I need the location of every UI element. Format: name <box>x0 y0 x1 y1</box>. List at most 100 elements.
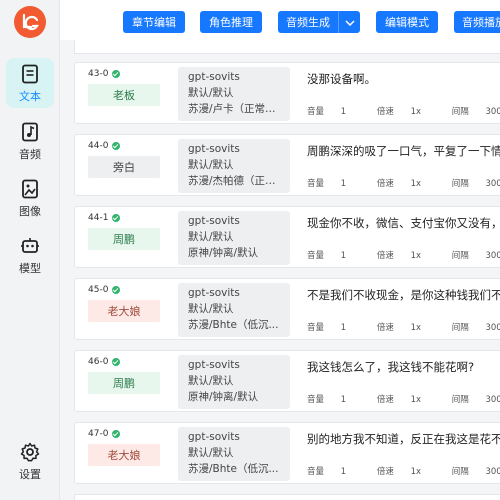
volume-value: 1 <box>340 395 347 405</box>
volume-label: 音量 <box>307 251 325 261</box>
segment-index-text: 45-0 <box>88 285 109 295</box>
segment-text[interactable]: 周鹏深深的吸了一口气，平复了一下情绪 <box>307 143 500 159</box>
list-item[interactable]: 45-0 老大娘 gpt-sovits 默认/默认 苏漫/Bhte（低沉... … <box>74 278 500 340</box>
interval-field[interactable]: 间隔 300ms <box>452 107 500 117</box>
audio-play-button[interactable]: 音频播放 <box>454 11 500 33</box>
speed-value: 1x <box>410 179 422 189</box>
voice-name: 苏漫/Bhte（低沉... <box>188 463 279 475</box>
check-circle-icon <box>112 142 121 150</box>
sidebar-item-audio[interactable]: 音频 <box>6 116 54 166</box>
speed-field[interactable]: 倍速 1x <box>377 323 435 333</box>
voice-style: 默认/默认 <box>188 159 234 171</box>
volume-field[interactable]: 音量 1 <box>307 323 360 333</box>
volume-field[interactable]: 音量 1 <box>307 395 360 405</box>
speed-label: 倍速 <box>376 179 394 189</box>
voice-engine: gpt-sovits <box>188 143 240 155</box>
volume-field[interactable]: 音量 1 <box>307 107 360 117</box>
role-tag[interactable]: 旁白 <box>88 156 160 178</box>
edit-mode-button[interactable]: 编辑模式 <box>376 11 438 33</box>
segment-text[interactable]: 别的地方我不知道，反正在我这是花不了 <box>307 431 500 447</box>
segment-text[interactable]: 没那设备啊。 <box>307 71 500 87</box>
volume-field[interactable]: 音量 1 <box>307 467 360 477</box>
voice-name: 原神/钟离/默认 <box>188 391 259 403</box>
volume-label: 音量 <box>307 107 325 117</box>
sidebar-item-image[interactable]: 图像 <box>6 173 54 223</box>
volume-field[interactable]: 音量 1 <box>307 251 360 261</box>
speed-field[interactable]: 倍速 1x <box>377 107 435 117</box>
interval-field[interactable]: 间隔 300ms <box>452 251 500 261</box>
interval-label: 间隔 <box>451 179 469 189</box>
sidebar-item-label: 音频 <box>19 147 41 161</box>
speed-field[interactable]: 倍速 1x <box>377 251 435 261</box>
app-logo[interactable] <box>14 6 46 38</box>
voice-config[interactable]: gpt-sovits 默认/默认 苏漫/杰帕德（正常... <box>178 139 290 193</box>
voice-style: 默认/默认 <box>188 447 234 459</box>
speed-label: 倍速 <box>376 467 394 477</box>
sidebar-item-label: 图像 <box>19 204 41 218</box>
voice-engine: gpt-sovits <box>188 71 240 83</box>
speed-value: 1x <box>410 467 422 477</box>
voice-config[interactable]: gpt-sovits 默认/默认 苏漫/Bhte（低沉... <box>178 283 290 337</box>
speed-value: 1x <box>410 107 422 117</box>
toolbar: 章节编辑 角色推理 音频生成 编辑模式 音频播放 <box>60 0 500 40</box>
segment-index: 47-0 <box>88 429 121 439</box>
segment-list: 43-0 老板 gpt-sovits 默认/默认 苏漫/卢卡（正常男... 没那… <box>60 40 500 500</box>
audio-generate-dropdown[interactable] <box>338 11 360 33</box>
speed-label: 倍速 <box>376 323 394 333</box>
segment-index-text: 47-0 <box>88 429 109 439</box>
sidebar-item-label: 模型 <box>19 261 41 275</box>
role-tag[interactable]: 老大娘 <box>88 444 160 466</box>
role-tag[interactable]: 老板 <box>88 84 160 106</box>
voice-style: 默认/默认 <box>188 375 234 387</box>
list-item[interactable]: 47-0 老大娘 gpt-sovits 默认/默认 苏漫/Bhte（低沉... … <box>74 422 500 484</box>
speed-field[interactable]: 倍速 1x <box>377 179 435 189</box>
list-item <box>74 494 500 500</box>
sidebar-item-settings[interactable]: 设置 <box>6 436 54 486</box>
volume-label: 音量 <box>307 395 325 405</box>
speed-value: 1x <box>410 251 422 261</box>
segment-text[interactable]: 不是我们不收现金，是你这种钱我们不收 <box>307 287 500 303</box>
volume-value: 1 <box>340 323 347 333</box>
speed-field[interactable]: 倍速 1x <box>377 467 435 477</box>
role-tag[interactable]: 周鹏 <box>88 228 160 250</box>
list-item[interactable]: 44-1 周鹏 gpt-sovits 默认/默认 原神/钟离/默认 现金你不收，… <box>74 206 500 268</box>
role-tag[interactable]: 周鹏 <box>88 372 160 394</box>
list-item[interactable]: 44-0 旁白 gpt-sovits 默认/默认 苏漫/杰帕德（正常... 周鹏… <box>74 134 500 196</box>
interval-field[interactable]: 间隔 300ms <box>452 395 500 405</box>
interval-field[interactable]: 间隔 300ms <box>452 179 500 189</box>
interval-field[interactable]: 间隔 300ms <box>452 467 500 477</box>
volume-field[interactable]: 音量 1 <box>307 179 360 189</box>
segment-text[interactable]: 我这钱怎么了，我这钱不能花啊? <box>307 359 500 375</box>
role-tag[interactable]: 老大娘 <box>88 300 160 322</box>
segment-index-text: 46-0 <box>88 357 109 367</box>
role-infer-button[interactable]: 角色推理 <box>200 11 262 33</box>
chapter-edit-button[interactable]: 章节编辑 <box>123 11 185 33</box>
list-item[interactable]: 43-0 老板 gpt-sovits 默认/默认 苏漫/卢卡（正常男... 没那… <box>74 62 500 124</box>
sidebar-item-text[interactable]: 文本 <box>6 58 54 108</box>
voice-config[interactable]: gpt-sovits 默认/默认 原神/钟离/默认 <box>178 211 290 265</box>
speed-label: 倍速 <box>376 107 394 117</box>
voice-config[interactable]: gpt-sovits 默认/默认 苏漫/Bhte（低沉... <box>178 427 290 481</box>
voice-name: 苏漫/杰帕德（正常... <box>188 175 280 187</box>
voice-engine: gpt-sovits <box>188 359 240 371</box>
check-circle-icon <box>112 70 121 78</box>
interval-field[interactable]: 间隔 300ms <box>452 323 500 333</box>
audio-generate-button[interactable]: 音频生成 <box>278 11 338 33</box>
segment-index: 43-0 <box>88 69 121 79</box>
voice-config[interactable]: gpt-sovits 默认/默认 原神/钟离/默认 <box>178 355 290 409</box>
volume-label: 音量 <box>307 323 325 333</box>
sidebar: 文本 音频 图像 模型 设置 <box>0 0 60 500</box>
speed-value: 1x <box>410 395 422 405</box>
voice-config[interactable]: gpt-sovits 默认/默认 苏漫/卢卡（正常男... <box>178 67 290 121</box>
check-circle-icon <box>112 430 121 438</box>
chevron-down-icon <box>344 16 355 29</box>
segment-text[interactable]: 现金你不收，微信、支付宝你又没有，又 <box>307 215 500 231</box>
logo-icon <box>22 13 39 31</box>
speed-field[interactable]: 倍速 1x <box>377 395 435 405</box>
sidebar-item-label: 文本 <box>19 89 41 103</box>
voice-name: 苏漫/卢卡（正常男... <box>188 103 280 115</box>
interval-value: 300ms <box>485 179 500 189</box>
voice-style: 默认/默认 <box>188 303 234 315</box>
list-item[interactable]: 46-0 周鹏 gpt-sovits 默认/默认 原神/钟离/默认 我这钱怎么了… <box>74 350 500 412</box>
sidebar-item-model[interactable]: 模型 <box>6 230 54 280</box>
